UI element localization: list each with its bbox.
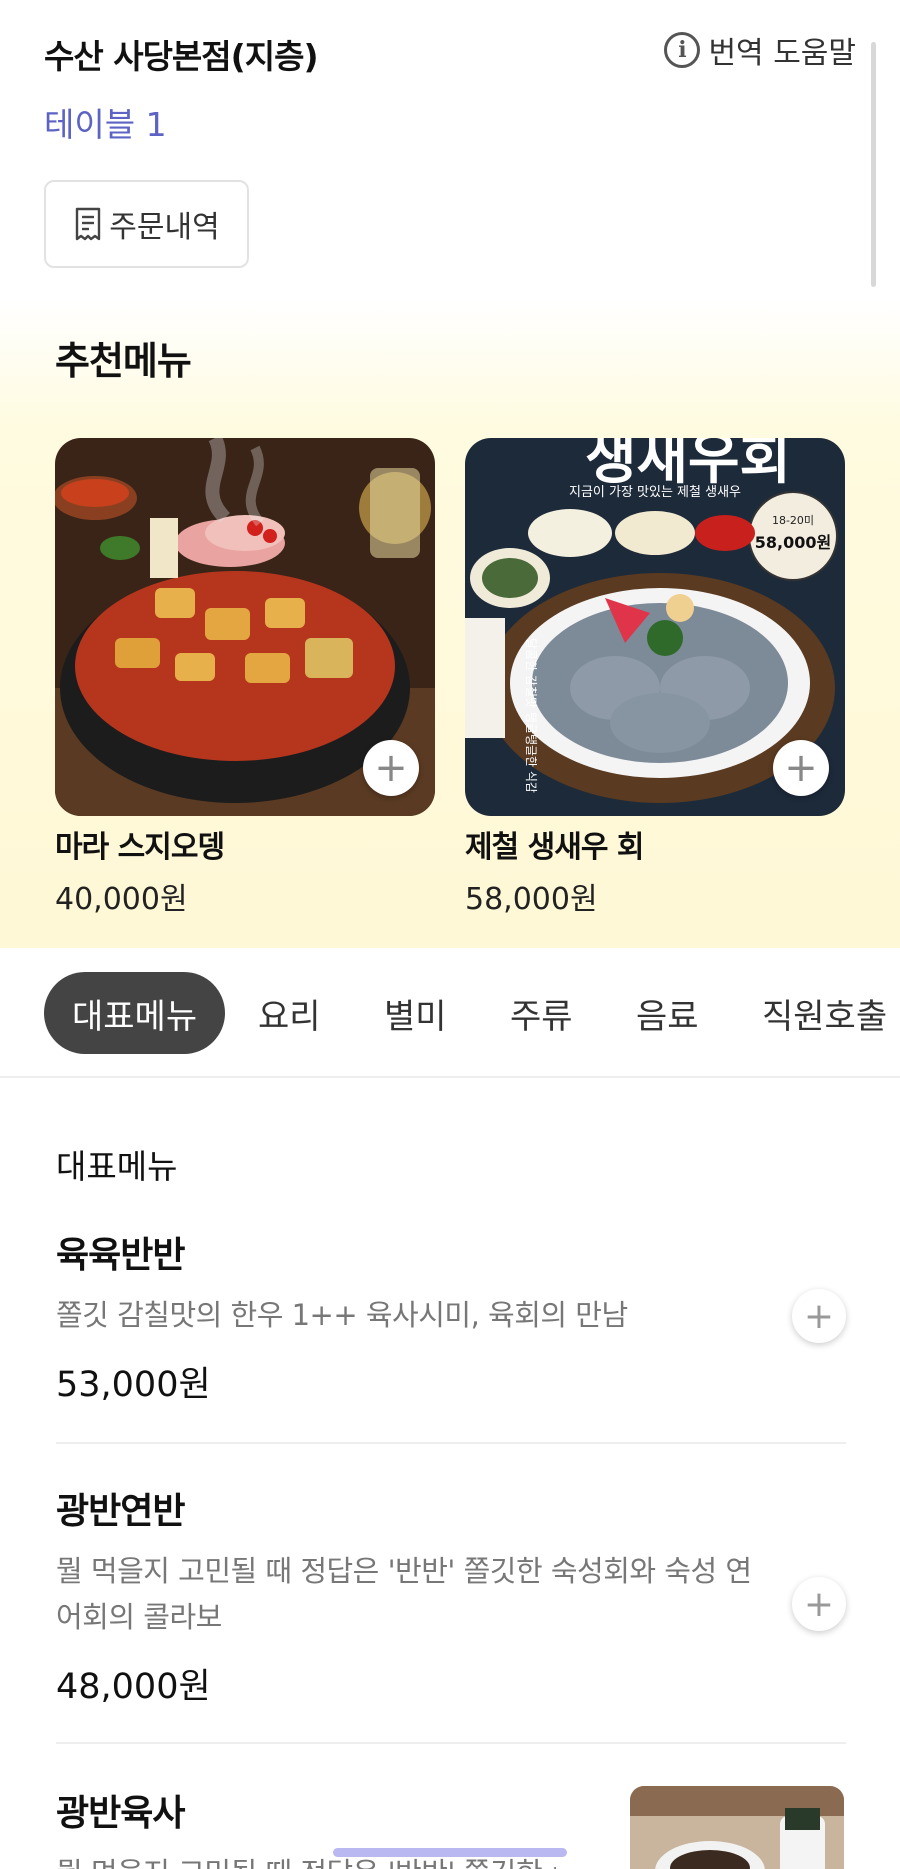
receipt-icon [76,207,101,241]
home-indicator[interactable] [333,1848,567,1857]
tab-call-staff[interactable]: 직원호출 [762,972,887,1054]
recommended-section: 추천메뉴 + 마라 스지오뎅 40,000원 생새우회 지금이 가장 맛있는 제… [0,300,900,948]
recommended-item-name: 제철 생새우 회 [465,830,645,865]
translation-help-label: 번역 도움말 [708,36,856,71]
recommended-title: 추천메뉴 [55,339,192,383]
store-name: 수산 사당본점(지층) [44,37,319,76]
menu-item-desc: 뭘 먹을지 고민될 때 정답은 '반반' 쫄깃한 숙성회와 숙성 연어회의 콜라… [56,1554,752,1634]
mala-hotpot-photo[interactable]: + [55,438,435,816]
menu-item-name: 광반연반 [56,1491,185,1532]
add-to-cart-icon[interactable]: + [773,740,829,796]
menu-item-desc: 쫄깃 감칠맛의 한우 1++ 육사시미, 육회의 만남 [56,1298,628,1332]
menu-item-name: 육육반반 [56,1235,185,1276]
translation-help-button[interactable]: i 번역 도움말 [664,28,856,72]
add-to-cart-icon[interactable]: + [363,740,419,796]
tab-dishes[interactable]: 요리 [258,972,321,1054]
tab-beverages[interactable]: 음료 [636,972,699,1054]
raw-shrimp-photo-badge-count: 18-20미 [772,514,814,527]
category-tabs: 대표메뉴 요리 별미 주류 음료 직원호출 [0,948,900,1078]
divider [56,1442,846,1444]
raw-shrimp-photo-side-text: 달콤한 감칠맛 탱글탱글한 식감 [524,638,538,793]
recommended-item[interactable]: + 마라 스지오뎅 40,000원 [55,438,435,918]
divider [56,1742,846,1744]
recommended-item-name: 마라 스지오뎅 [55,830,225,865]
order-history-button[interactable]: 주문내역 [44,180,249,268]
menu-item-price: 48,000원 [56,1667,211,1707]
raw-shrimp-photo-headline: 생새우회 [585,438,791,492]
menu-item[interactable]: 육육반반 쫄깃 감칠맛의 한우 1++ 육사시미, 육회의 만남 53,000원… [56,1226,846,1407]
scrollbar[interactable] [871,42,876,287]
page-header: 수산 사당본점(지층) i 번역 도움말 테이블 1 주문내역 [0,0,900,300]
order-history-label: 주문내역 [109,210,220,245]
menu-item-photo[interactable] [630,1786,844,1869]
info-icon: i [664,32,701,68]
recommended-item-price: 40,000원 [55,882,188,917]
menu-item-price: 53,000원 [56,1365,211,1405]
raw-shrimp-photo-subline: 지금이 가장 맛있는 제철 생새우 [569,485,741,500]
add-to-cart-icon[interactable]: + [792,1577,846,1631]
tab-alcohol[interactable]: 주류 [510,972,573,1054]
section-label: 대표메뉴 [56,1147,178,1186]
add-to-cart-icon[interactable]: + [792,1289,846,1343]
raw-shrimp-photo[interactable]: 생새우회 지금이 가장 맛있는 제철 생새우 18-20미 58,000원 달콤… [465,438,845,816]
menu-item[interactable]: 광반연반 뭘 먹을지 고민될 때 정답은 '반반' 쫄깃한 숙성회와 숙성 연어… [56,1482,846,1709]
recommended-item[interactable]: 생새우회 지금이 가장 맛있는 제철 생새우 18-20미 58,000원 달콤… [465,438,845,918]
table-label: 테이블 1 [44,105,167,144]
tab-specialties[interactable]: 별미 [384,972,447,1054]
raw-shrimp-photo-badge-price: 58,000원 [755,533,831,552]
recommended-item-price: 58,000원 [465,882,598,917]
tab-signature-menu[interactable]: 대표메뉴 [44,972,226,1054]
menu-section: 대표메뉴 육육반반 쫄깃 감칠맛의 한우 1++ 육사시미, 육회의 만남 53… [0,1078,900,1869]
